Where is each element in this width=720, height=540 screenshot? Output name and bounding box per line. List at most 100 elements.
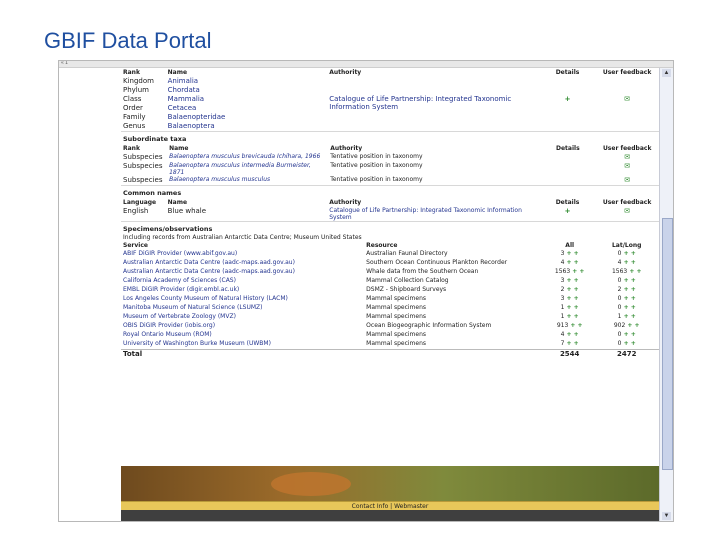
vertical-scrollbar[interactable]: ▲ ▼: [659, 68, 673, 521]
plus-icon[interactable]: +: [540, 95, 595, 113]
count-all[interactable]: 1563 + +: [545, 268, 594, 277]
col-details: Details: [555, 69, 580, 76]
count-latlong[interactable]: 902 + +: [594, 322, 659, 331]
common-names-table: Language Name Authority Details User fee…: [121, 198, 659, 221]
rank-cell: Kingdom: [123, 77, 154, 85]
col-rank: Rank: [123, 145, 140, 152]
plus-icon[interactable]: +: [540, 207, 595, 221]
plus-icon[interactable]: + +: [564, 331, 579, 338]
col-latlong: Lat/Long: [611, 242, 642, 249]
service-link[interactable]: ABIF DiGIR Provider (www.abif.gov.au): [121, 250, 364, 259]
specimens-heading: Specimens/observations: [121, 221, 659, 234]
taxon-link[interactable]: Balaenoptera musculus brevicauda Ichihar…: [167, 153, 328, 162]
taxon-link[interactable]: Animalia: [166, 77, 328, 86]
resource-cell: Mammal specimens: [366, 340, 427, 347]
service-link[interactable]: Royal Ontario Museum (ROM): [121, 331, 364, 340]
taxon-link[interactable]: Balaenoptera: [166, 122, 328, 131]
count-all[interactable]: 3 + +: [545, 277, 594, 286]
plus-icon[interactable]: + +: [564, 286, 579, 293]
resource-cell: Mammal specimens: [366, 295, 427, 302]
taxon-link[interactable]: Balaenoptera musculus musculus: [167, 176, 328, 185]
plus-icon[interactable]: + +: [622, 286, 636, 293]
plus-icon[interactable]: + +: [564, 340, 579, 347]
plus-icon[interactable]: + +: [564, 277, 579, 284]
total-all: 2544: [544, 349, 595, 359]
plus-icon[interactable]: + +: [622, 259, 636, 266]
service-link[interactable]: Museum of Vertebrate Zoology (MVZ): [121, 313, 364, 322]
count-latlong[interactable]: 0 + +: [594, 340, 659, 350]
taxon-link[interactable]: Cetacea: [166, 104, 328, 113]
count-all[interactable]: 913 + +: [545, 322, 594, 331]
service-link[interactable]: OBIS DiGIR Provider (iobis.org): [121, 322, 364, 331]
rank-cell: Subspecies: [123, 153, 163, 161]
plus-icon[interactable]: + +: [625, 322, 639, 329]
plus-icon[interactable]: + +: [570, 268, 584, 275]
count-latlong[interactable]: 0 + +: [594, 250, 659, 259]
count-all[interactable]: 1 + +: [545, 313, 594, 322]
common-name-cell: Blue whale: [167, 207, 207, 215]
service-link[interactable]: California Academy of Sciences (CAS): [121, 277, 364, 286]
plus-icon[interactable]: + +: [564, 250, 579, 257]
total-latlong: 2472: [594, 349, 659, 359]
authority-link[interactable]: Catalogue of Life Partnership: Integrate…: [327, 95, 540, 113]
count-all[interactable]: 3 + +: [545, 295, 594, 304]
feedback-envelope-icon[interactable]: ✉: [595, 176, 659, 185]
count-all[interactable]: 7 + +: [545, 340, 594, 350]
plus-icon[interactable]: + +: [622, 277, 636, 284]
count-latlong[interactable]: 4 + +: [594, 259, 659, 268]
col-authority: Authority: [330, 145, 363, 152]
resource-cell: Southern Ocean Continuous Plankton Recor…: [366, 259, 508, 266]
plus-icon[interactable]: + +: [564, 313, 579, 320]
taxon-link[interactable]: Mammalia: [166, 95, 328, 104]
taxon-link[interactable]: Balaenopteridae: [166, 113, 328, 122]
resource-cell: DSMZ - Shipboard Surveys: [366, 286, 447, 293]
count-latlong[interactable]: 0 + +: [594, 277, 659, 286]
col-feedback: User feedback: [602, 145, 652, 152]
plus-icon[interactable]: + +: [627, 268, 641, 275]
count-latlong[interactable]: 1 + +: [594, 313, 659, 322]
scroll-up-icon[interactable]: ▲: [662, 69, 671, 77]
plus-icon[interactable]: + +: [564, 295, 579, 302]
service-link[interactable]: Manitoba Museum of Natural Science (LSUM…: [121, 304, 364, 313]
col-name: Name: [167, 69, 188, 76]
service-link[interactable]: Australian Antarctic Data Centre (aadc-m…: [121, 259, 364, 268]
feedback-envelope-icon[interactable]: ✉: [595, 95, 659, 113]
subordinate-taxa-heading: Subordinate taxa: [121, 131, 659, 144]
count-all[interactable]: 3 + +: [545, 250, 594, 259]
feedback-envelope-icon[interactable]: ✉: [595, 207, 659, 221]
scroll-down-icon[interactable]: ▼: [662, 512, 671, 520]
service-link[interactable]: Australian Antarctic Data Centre (aadc-m…: [121, 268, 364, 277]
scrollbar-thumb[interactable]: [662, 218, 673, 470]
col-name: Name: [169, 145, 189, 152]
plus-icon[interactable]: + +: [564, 304, 579, 311]
authority-link[interactable]: Catalogue of Life Partnership: Integrate…: [327, 207, 540, 221]
count-all[interactable]: 2 + +: [545, 286, 594, 295]
plus-icon[interactable]: + +: [622, 304, 636, 311]
plus-icon[interactable]: + +: [568, 322, 582, 329]
resource-cell: Mammal specimens: [366, 331, 427, 338]
classification-table: Rank Name Authority Details User feedbac…: [121, 68, 659, 131]
plus-icon[interactable]: + +: [622, 250, 636, 257]
plus-icon[interactable]: + +: [622, 295, 636, 302]
feedback-envelope-icon[interactable]: ✉: [595, 162, 659, 176]
col-details: Details: [555, 145, 580, 152]
taxon-link[interactable]: Chordata: [166, 86, 328, 95]
count-latlong[interactable]: 0 + +: [594, 331, 659, 340]
service-link[interactable]: University of Washington Burke Museum (U…: [121, 340, 364, 350]
count-all[interactable]: 4 + +: [545, 331, 594, 340]
feedback-envelope-icon[interactable]: ✉: [595, 153, 659, 162]
count-latlong[interactable]: 0 + +: [594, 295, 659, 304]
service-link[interactable]: EMBL DiGIR Provider (digir.embl.ac.uk): [121, 286, 364, 295]
count-all[interactable]: 1 + +: [545, 304, 594, 313]
count-latlong[interactable]: 1563 + +: [594, 268, 659, 277]
taxon-link[interactable]: Balaenoptera musculus intermedia Burmeis…: [167, 162, 328, 176]
col-authority: Authority: [329, 199, 362, 206]
plus-icon[interactable]: + +: [622, 340, 636, 347]
plus-icon[interactable]: + +: [564, 259, 579, 266]
plus-icon[interactable]: + +: [622, 331, 636, 338]
count-latlong[interactable]: 2 + +: [594, 286, 659, 295]
count-all[interactable]: 4 + +: [545, 259, 594, 268]
count-latlong[interactable]: 0 + +: [594, 304, 659, 313]
plus-icon[interactable]: + +: [622, 313, 636, 320]
service-link[interactable]: Los Angeles County Museum of Natural His…: [121, 295, 364, 304]
